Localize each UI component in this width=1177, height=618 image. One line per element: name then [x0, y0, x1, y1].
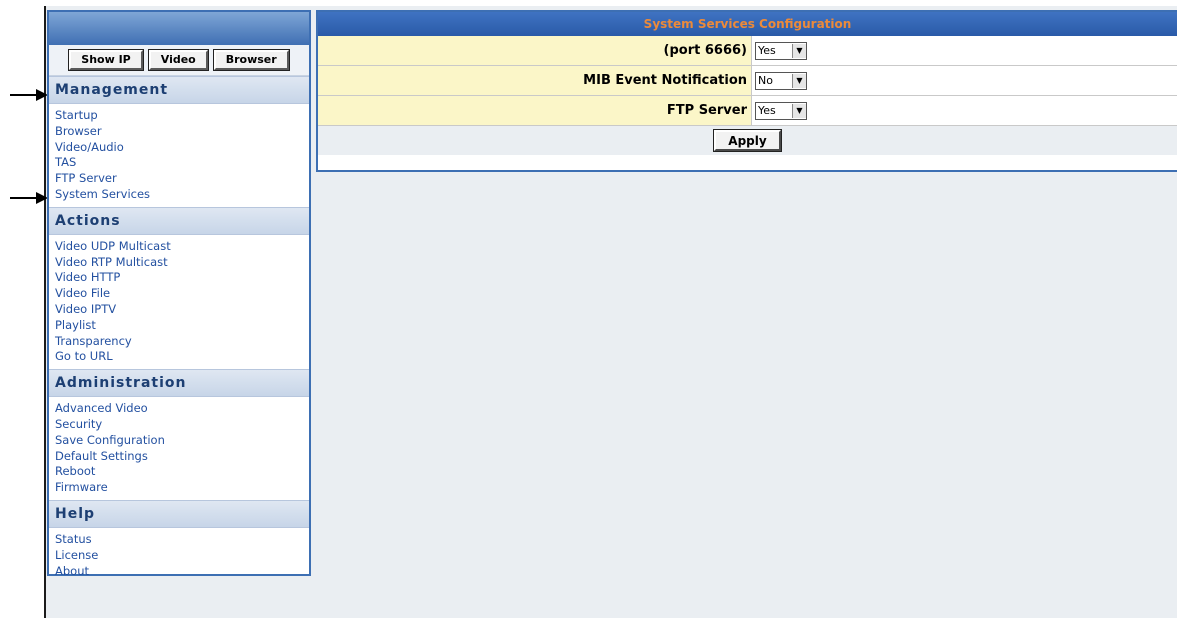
video-button[interactable]: Video [147, 49, 209, 71]
sidebar-item-save-configuration[interactable]: Save Configuration [55, 433, 309, 449]
mib-event-notification-label: MIB Event Notification [318, 66, 752, 95]
right-arrow-icon [10, 192, 48, 204]
apply-button[interactable]: Apply [713, 129, 782, 152]
menu-administration: Advanced Video Security Save Configurati… [49, 397, 309, 500]
section-title-management: Management [49, 76, 309, 104]
sidebar-item-playlist[interactable]: Playlist [55, 318, 309, 334]
sidebar-item-default-settings[interactable]: Default Settings [55, 449, 309, 465]
sidebar-button-bar: Show IP Video Browser [49, 45, 309, 76]
sidebar-item-transparency[interactable]: Transparency [55, 334, 309, 350]
dropdown-arrow-icon[interactable]: ▼ [792, 103, 806, 118]
right-arrow-icon [10, 89, 48, 101]
sidebar-item-status[interactable]: Status [55, 532, 309, 548]
sidebar-item-video-iptv[interactable]: Video IPTV [55, 302, 309, 318]
select-value: Yes [758, 44, 776, 57]
config-row: (port 6666) Yes ▼ [318, 36, 1177, 66]
sidebar-item-go-to-url[interactable]: Go to URL [55, 349, 309, 365]
dropdown-arrow-icon[interactable]: ▼ [792, 73, 806, 88]
port-6666-select[interactable]: Yes ▼ [755, 41, 807, 60]
section-title-help: Help [49, 499, 309, 528]
sidebar-item-license[interactable]: License [55, 548, 309, 564]
dropdown-arrow-icon[interactable]: ▼ [792, 43, 806, 58]
sidebar-item-browser[interactable]: Browser [55, 124, 309, 140]
sidebar-item-startup[interactable]: Startup [55, 108, 309, 124]
menu-management: Startup Browser Video/Audio TAS FTP Serv… [49, 104, 309, 207]
config-row: FTP Server Yes ▼ [318, 96, 1177, 126]
sidebar-item-ftp-server[interactable]: FTP Server [55, 171, 309, 187]
sidebar-item-tas[interactable]: TAS [55, 155, 309, 171]
sidebar-item-security[interactable]: Security [55, 417, 309, 433]
sidebar-item-video-rtp-multicast[interactable]: Video RTP Multicast [55, 255, 309, 271]
ftp-server-label: FTP Server [318, 96, 752, 125]
sidebar-item-video-audio[interactable]: Video/Audio [55, 140, 309, 156]
sidebar-item-firmware[interactable]: Firmware [55, 480, 309, 496]
page-title: System Services Configuration [318, 12, 1177, 36]
port-6666-label: (port 6666) [318, 36, 752, 65]
sidebar: Show IP Video Browser Management Startup… [47, 10, 311, 578]
section-title-administration: Administration [49, 369, 309, 398]
select-value: No [758, 74, 773, 87]
sidebar-item-video-file[interactable]: Video File [55, 286, 309, 302]
config-panel: System Services Configuration (port 6666… [316, 10, 1177, 172]
config-value-cell: Yes ▼ [752, 36, 1177, 65]
config-value-cell: Yes ▼ [752, 96, 1177, 125]
menu-help: Status License About [49, 528, 309, 583]
ftp-server-select[interactable]: Yes ▼ [755, 101, 807, 120]
sidebar-item-advanced-video[interactable]: Advanced Video [55, 401, 309, 417]
sidebar-item-video-udp-multicast[interactable]: Video UDP Multicast [55, 239, 309, 255]
sidebar-item-system-services[interactable]: System Services [55, 187, 309, 203]
menu-actions: Video UDP Multicast Video RTP Multicast … [49, 235, 309, 369]
select-value: Yes [758, 104, 776, 117]
sidebar-item-reboot[interactable]: Reboot [55, 464, 309, 480]
sidebar-item-about[interactable]: About [55, 564, 309, 580]
apply-row: Apply [318, 126, 1177, 155]
browser-button[interactable]: Browser [212, 49, 290, 71]
section-title-actions: Actions [49, 206, 309, 235]
sidebar-item-video-http[interactable]: Video HTTP [55, 270, 309, 286]
config-row: MIB Event Notification No ▼ [318, 66, 1177, 96]
mib-event-notification-select[interactable]: No ▼ [755, 71, 807, 90]
show-ip-button[interactable]: Show IP [68, 49, 144, 71]
config-value-cell: No ▼ [752, 66, 1177, 95]
sidebar-header [49, 12, 309, 45]
